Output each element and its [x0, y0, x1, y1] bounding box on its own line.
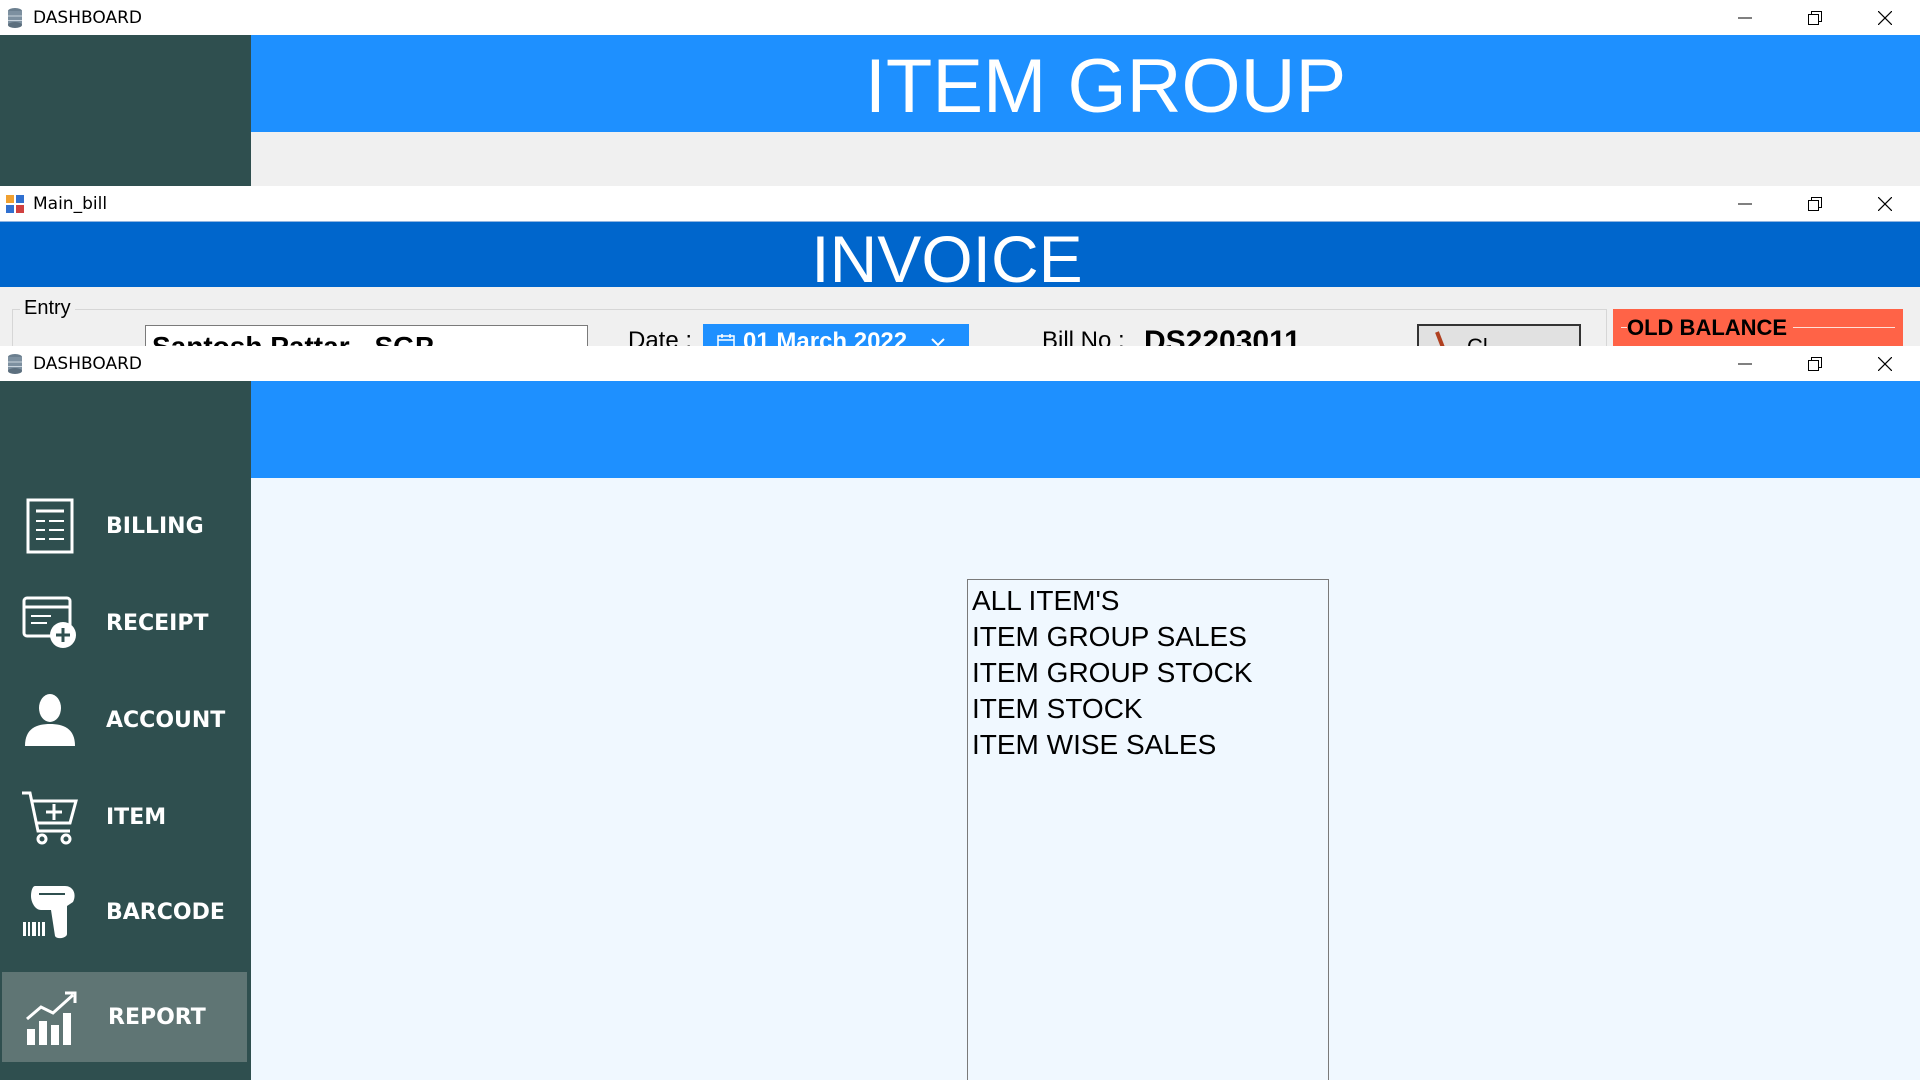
main-bill-window: Main_bill INVOICE Entry Santosh Pattar -…: [0, 186, 1920, 346]
page-title: ITEM GROUP: [864, 44, 1347, 129]
date-label: Date :: [628, 327, 693, 346]
date-picker[interactable]: 01 March 2022: [703, 324, 969, 346]
sidebar-item-label: REPORT: [108, 1004, 206, 1030]
restore-icon: [1808, 356, 1822, 371]
entry-panel: Entry Santosh Pattar - SGP Date : 01 Mar…: [0, 287, 1920, 346]
close-icon: [1878, 356, 1892, 371]
report-chart-icon: [20, 985, 84, 1049]
billing-icon: [18, 494, 82, 558]
close-icon: [1878, 196, 1892, 211]
entry-group-label: Entry: [20, 297, 75, 320]
sidebar-item-barcode[interactable]: BARCODE: [0, 867, 251, 957]
minimize-button[interactable]: [1710, 346, 1780, 381]
minimize-button[interactable]: [1710, 186, 1780, 221]
header-banner: ITEM GROUP: [251, 35, 1920, 132]
sidebar-item-item[interactable]: ITEM: [0, 772, 251, 862]
sidebar: [0, 35, 251, 186]
title-bar[interactable]: DASHBOARD: [0, 0, 1920, 35]
restore-icon: [1808, 196, 1822, 211]
restore-button[interactable]: [1780, 186, 1850, 221]
barcode-scanner-icon: [18, 880, 82, 944]
invoice-title: INVOICE: [811, 222, 1083, 296]
list-item[interactable]: ITEM GROUP STOCK: [972, 655, 1324, 691]
invoice-banner: INVOICE: [0, 221, 1920, 296]
list-item[interactable]: ITEM WISE SALES: [972, 727, 1324, 763]
close-button[interactable]: [1850, 186, 1920, 221]
action-button-label: Cl...: [1467, 334, 1506, 346]
sidebar-item-label: RECEIPT: [106, 610, 209, 636]
dashboard-window-front: DASHBOARD BILLING RECEIPT ACCOUNT ITEM B…: [0, 346, 1920, 1080]
close-button[interactable]: [1850, 0, 1920, 35]
report-listbox[interactable]: ALL ITEM'S ITEM GROUP SALES ITEM GROUP S…: [967, 579, 1329, 1080]
cart-icon: [18, 785, 82, 849]
content-area: [251, 132, 1920, 186]
receipt-icon: [18, 591, 82, 655]
list-item[interactable]: ALL ITEM'S: [972, 583, 1324, 619]
calendar-icon: [717, 334, 735, 346]
sidebar-item-label: BILLING: [106, 513, 204, 539]
action-button[interactable]: Cl...: [1417, 324, 1581, 346]
bill-no-label: Bill No :: [1042, 327, 1125, 346]
sidebar-item-account[interactable]: ACCOUNT: [0, 675, 251, 765]
minimize-icon: [1738, 17, 1752, 18]
restore-button[interactable]: [1780, 0, 1850, 35]
old-balance-box: OLD BALANCE: [1613, 309, 1903, 346]
chevron-down-icon: [931, 338, 945, 346]
window-title: Main_bill: [33, 193, 108, 214]
restore-button[interactable]: [1780, 346, 1850, 381]
customer-combobox[interactable]: Santosh Pattar - SGP: [145, 325, 588, 346]
database-app-icon: [5, 6, 25, 30]
list-item[interactable]: ITEM STOCK: [972, 691, 1324, 727]
list-item[interactable]: ITEM GROUP SALES: [972, 619, 1324, 655]
sidebar-item-label: ITEM: [106, 804, 167, 830]
window-title: DASHBOARD: [33, 7, 142, 28]
content-area: ALL ITEM'S ITEM GROUP SALES ITEM GROUP S…: [251, 478, 1920, 1080]
brush-icon: [1435, 331, 1445, 346]
sidebar-item-billing[interactable]: BILLING: [0, 481, 251, 571]
account-icon: [18, 688, 82, 752]
dashboard-window-back: DASHBOARD ITEM GROUP: [0, 0, 1920, 186]
minimize-button[interactable]: [1710, 0, 1780, 35]
date-value: 01 March 2022: [743, 328, 908, 346]
minimize-icon: [1738, 363, 1752, 364]
bill-no-value: DS2203011: [1144, 325, 1301, 346]
close-button[interactable]: [1850, 346, 1920, 381]
database-app-icon: [5, 352, 25, 376]
sidebar-item-label: BARCODE: [106, 899, 225, 925]
close-icon: [1878, 10, 1892, 25]
sidebar: BILLING RECEIPT ACCOUNT ITEM BARCODE REP…: [0, 381, 251, 1080]
app-icon: [5, 192, 25, 216]
window-title: DASHBOARD: [33, 353, 142, 374]
title-bar[interactable]: DASHBOARD: [0, 346, 1920, 381]
old-balance-label: OLD BALANCE: [1627, 315, 1794, 341]
title-bar[interactable]: Main_bill: [0, 186, 1920, 221]
minimize-icon: [1738, 203, 1752, 204]
restore-icon: [1808, 10, 1822, 25]
sidebar-item-label: ACCOUNT: [106, 707, 226, 733]
sidebar-item-receipt[interactable]: RECEIPT: [0, 578, 251, 668]
header-banner: [251, 381, 1920, 478]
sidebar-item-report[interactable]: REPORT: [2, 972, 247, 1062]
